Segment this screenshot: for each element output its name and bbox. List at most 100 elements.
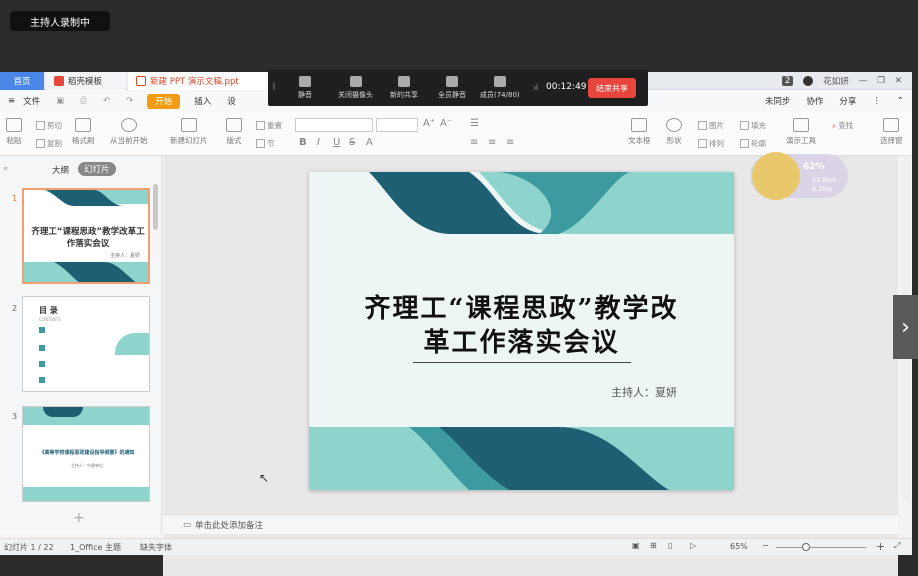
strikethrough-icon[interactable]: S (349, 137, 355, 148)
slide-thumbnail-2[interactable]: 目 录 CONTENTS (22, 296, 150, 392)
fit-window-icon[interactable]: ⤢ (894, 541, 900, 551)
slide-thumbnail-3[interactable]: 《高等学校课程思政建设指导纲要》的通知 主持人：中建单位 (22, 406, 150, 502)
tab-ppt-file[interactable]: 新建 PPT 演示文稿.ppt (128, 72, 268, 90)
paste-label: 粘贴 (6, 136, 22, 145)
notification-count[interactable]: 2 (781, 76, 794, 86)
more-icon[interactable]: ⋮ (864, 90, 889, 112)
missing-font[interactable]: 缺失字体 (140, 542, 172, 553)
add-slide-icon[interactable]: + (73, 510, 85, 526)
tab-insert[interactable]: 插入 (186, 90, 219, 112)
layout-button[interactable]: 版式 (226, 118, 242, 146)
minimize-icon[interactable]: — (859, 76, 868, 86)
cut-button[interactable]: 剪切 (36, 120, 62, 131)
picture-button[interactable]: 图片 (698, 120, 724, 131)
tab-slides[interactable]: 幻灯片 (78, 162, 116, 176)
presentation-tools-button[interactable]: 演示工具 (786, 118, 816, 146)
sorter-view-icon[interactable]: ⊞ (650, 541, 657, 550)
select-pane-button[interactable]: 选择窗 (880, 118, 903, 146)
redo-icon[interactable]: ↷ (118, 90, 141, 112)
close-icon[interactable]: ✕ (895, 76, 902, 86)
panel-scrollbar[interactable] (153, 184, 158, 230)
theme-name[interactable]: 1_Office 主题 (70, 542, 121, 553)
slide-thumbnail-1[interactable]: 齐理工“课程思政”教学改革工作落实会议 主持人：夏妍 (22, 188, 150, 284)
section-button[interactable]: 节 (256, 138, 275, 149)
tab-home[interactable]: 首页 (0, 72, 44, 90)
zoom-out-icon[interactable]: − (762, 541, 769, 550)
user-name[interactable]: 花如妍 (823, 75, 849, 87)
slide-title[interactable]: 齐理工“课程思政”教学改 革工作落实会议 (309, 292, 734, 360)
slide-canvas: 齐理工“课程思政”教学改 革工作落实会议 主持人：夏妍 ↖ (163, 156, 898, 576)
ppt-file-icon (136, 76, 146, 86)
from-current-label: 从当前开始 (110, 136, 148, 145)
next-slide-arrow[interactable]: › (893, 295, 918, 359)
network-monitor-widget[interactable]: 62% 21.9K/s 6.2K/s (750, 152, 850, 200)
collapse-ribbon-icon[interactable]: ⌃ (889, 90, 912, 112)
members-button[interactable]: 成员(74/80) (480, 76, 520, 100)
arrange-button[interactable]: 排列 (698, 138, 724, 149)
mute-all-button[interactable]: 全员静音 (438, 76, 466, 100)
bold-icon[interactable]: B (299, 137, 307, 148)
tab-design[interactable]: 设 (219, 90, 244, 112)
align-left-icon[interactable]: ≡ (470, 137, 478, 148)
align-right-icon[interactable]: ≡ (506, 137, 514, 148)
undo-icon[interactable]: ↶ (95, 90, 118, 112)
share-button[interactable]: 分享 (831, 90, 864, 112)
zoom-slider-handle[interactable] (802, 543, 810, 551)
hamburger-icon[interactable]: ≡ (0, 90, 23, 112)
zoom-level[interactable]: 65% (730, 542, 748, 551)
reading-view-icon[interactable]: ▯ (668, 541, 672, 550)
format-painter-button[interactable]: 格式刷 (72, 118, 95, 146)
find-button[interactable]: ⌕ 查找 (832, 120, 853, 131)
save-icon[interactable]: ▣ (48, 90, 72, 112)
paste-button[interactable]: 粘贴 (6, 118, 22, 146)
slide-host[interactable]: 主持人：夏妍 (611, 384, 677, 400)
thumb-sub: CONTENTS (39, 317, 61, 322)
sync-status[interactable]: 未同步 (757, 90, 799, 112)
shape-button[interactable]: 形状 (666, 118, 682, 146)
font-color-icon[interactable]: A (366, 137, 373, 148)
camera-off-button[interactable]: 关闭摄像头 (338, 76, 373, 100)
meeting-timer: 00:12:49 (546, 82, 587, 92)
restore-icon[interactable]: ❐ (877, 76, 885, 86)
drag-handle-icon[interactable]: ‖ (272, 82, 276, 90)
docer-icon (54, 76, 64, 86)
copy-button[interactable]: 复制 (36, 138, 62, 149)
underline-icon[interactable]: U (333, 137, 340, 148)
textbox-button[interactable]: 文本框 (628, 118, 651, 146)
slides-panel: « 大纲 幻灯片 1 齐理工“课程思政”教学改革工作落实会议 主持人：夏妍 2 … (0, 156, 162, 534)
play-slideshow-icon[interactable]: ▷ (690, 541, 696, 550)
tab-outline[interactable]: 大纲 (52, 164, 69, 176)
fill-button[interactable]: 填充 (740, 120, 766, 131)
reset-button[interactable]: 重置 (256, 120, 282, 131)
thumb-number: 2 (12, 304, 18, 313)
italic-icon[interactable]: I (317, 137, 320, 148)
new-slide-button[interactable]: 新建幻灯片 (170, 118, 208, 146)
thumb-sub: 主持人：中建单位 (71, 463, 103, 468)
mute-button[interactable]: 静音 (298, 76, 312, 100)
current-slide[interactable]: 齐理工“课程思政”教学改 革工作落实会议 主持人：夏妍 (309, 172, 734, 490)
end-share-button[interactable]: 结束共享 (588, 78, 636, 98)
collapse-panel-icon[interactable]: « (3, 164, 8, 174)
tab-start[interactable]: 开始 (147, 93, 181, 109)
font-family-select[interactable] (295, 118, 373, 132)
panel-tabs: « 大纲 幻灯片 (0, 162, 162, 180)
user-avatar-icon[interactable] (803, 76, 814, 86)
decrease-font-icon[interactable]: A⁻ (440, 118, 452, 129)
notes-bar[interactable]: ▭ 单击此处添加备注 (163, 514, 898, 534)
print-icon[interactable]: ⎙ (72, 90, 95, 112)
tab-docer[interactable]: 稻壳模板 (46, 72, 126, 90)
outline-button[interactable]: 轮廓 (740, 138, 766, 149)
font-size-select[interactable] (376, 118, 418, 132)
align-center-icon[interactable]: ≡ (488, 137, 496, 148)
zoom-slider[interactable] (776, 547, 866, 548)
zoom-in-icon[interactable]: + (876, 540, 885, 553)
widget-download: 6.2K/s (812, 185, 833, 193)
bullets-icon[interactable]: ☰ (470, 118, 479, 129)
menu-file[interactable]: 文件 (23, 90, 48, 112)
collab-button[interactable]: 协作 (798, 90, 831, 112)
normal-view-icon[interactable]: ▣ (632, 541, 640, 550)
new-share-button[interactable]: 新的共享 (390, 76, 418, 100)
from-current-button[interactable]: 从当前开始 (110, 118, 148, 146)
mute-label: 静音 (298, 91, 312, 99)
increase-font-icon[interactable]: A⁺ (423, 118, 435, 129)
